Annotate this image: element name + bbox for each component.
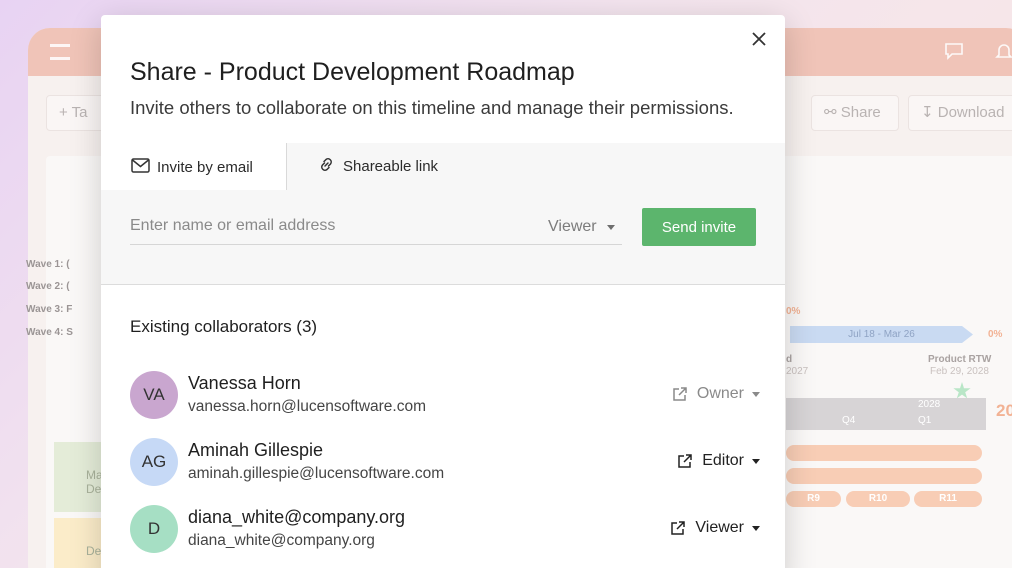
chevron-down-icon	[752, 458, 760, 464]
milestone-label: d	[786, 354, 793, 365]
collaborator-role-dropdown[interactable]: Owner	[671, 385, 760, 403]
quarter-header	[786, 398, 986, 430]
envelope-icon	[131, 157, 150, 177]
users-icon: ⚯	[824, 104, 841, 121]
wave-label: Wave 3: F	[26, 304, 73, 315]
avatar: AG	[130, 438, 178, 486]
avatar: VA	[130, 371, 178, 419]
timeline-bar	[786, 468, 982, 484]
role-value: Editor	[702, 452, 744, 469]
send-invite-button[interactable]: Send invite	[642, 208, 756, 246]
collaborator-name: Vanessa Horn	[188, 373, 301, 393]
wave-label: Wave 1: (	[26, 259, 70, 270]
add-task-label: Ta	[71, 104, 88, 121]
share-button[interactable]: ⚯ Share	[811, 95, 899, 131]
chevron-down-icon	[752, 391, 760, 397]
tab-invite-by-email[interactable]: Invite by email	[101, 143, 287, 191]
share-tabs: Invite by email Shareable link	[101, 143, 785, 191]
invite-role-dropdown[interactable]: Viewer	[548, 218, 615, 236]
timeline-bar-r10: R10	[846, 491, 910, 507]
download-button[interactable]: ↧ Download	[908, 95, 1012, 131]
role-value: Viewer	[695, 519, 744, 536]
add-task-button[interactable]: + Ta	[46, 95, 106, 131]
role-value: Owner	[696, 385, 744, 402]
collaborator-email: aminah.gillespie@lucensoftware.com	[188, 465, 445, 482]
share-label: Share	[840, 104, 881, 121]
app-logo-icon	[50, 44, 70, 60]
milestone-date: Feb 29, 2028	[930, 366, 989, 377]
dialog-subtitle: Invite others to collaborate on this tim…	[130, 97, 734, 118]
close-icon[interactable]	[749, 29, 769, 49]
tab-shareable-link[interactable]: Shareable link	[287, 143, 471, 190]
collaborator-role-dropdown[interactable]: Viewer	[669, 519, 760, 537]
external-link-icon	[676, 452, 694, 470]
year-big-label: 20	[996, 401, 1012, 420]
collaborator-name: diana_white@company.org	[188, 507, 406, 527]
timeline-range-arrow: Jul 18 - Mar 26	[790, 326, 973, 343]
chevron-down-icon	[606, 224, 615, 230]
tab-label: Shareable link	[343, 158, 439, 175]
comment-icon[interactable]	[944, 42, 964, 60]
milestone-label: Product RTW	[928, 354, 992, 365]
collaborator-role-dropdown[interactable]: Editor	[676, 452, 760, 470]
invite-panel: Viewer Send invite	[101, 190, 785, 285]
plus-icon: +	[59, 104, 72, 121]
milestone-date: 2027	[786, 366, 809, 377]
role-value: Viewer	[548, 218, 597, 235]
tabs-filler	[471, 143, 785, 190]
collaborator-email: vanessa.horn@lucensoftware.com	[188, 398, 427, 415]
download-icon: ↧	[921, 104, 938, 121]
link-icon	[317, 155, 336, 178]
collaborator-row: VA Vanessa Horn vanessa.horn@lucensoftwa…	[130, 371, 760, 421]
quarter-label: Q1	[918, 415, 932, 426]
wave-label: Wave 2: (	[26, 281, 70, 292]
tab-label: Invite by email	[157, 158, 253, 176]
collaborator-row: D diana_white@company.org diana_white@co…	[130, 505, 760, 555]
download-label: Download	[937, 104, 1005, 121]
progress-percent: 0%	[786, 306, 801, 317]
share-dialog: Share - Product Development Roadmap Invi…	[101, 15, 785, 568]
collaborators-heading: Existing collaborators (3)	[130, 317, 318, 336]
timeline-bar-r9: R9	[786, 491, 841, 507]
chevron-down-icon	[752, 525, 760, 531]
avatar: D	[130, 505, 178, 553]
quarter-label: Q4	[842, 415, 856, 426]
year-label: 2028	[918, 399, 941, 410]
collaborator-row: AG Aminah Gillespie aminah.gillespie@luc…	[130, 438, 760, 488]
progress-percent: 0%	[988, 329, 1003, 340]
dialog-title: Share - Product Development Roadmap	[130, 58, 575, 86]
collaborator-name: Aminah Gillespie	[188, 440, 324, 460]
timeline-bar	[786, 445, 982, 461]
notification-bell-icon[interactable]	[994, 42, 1012, 60]
timeline-bar-r11: R11	[914, 491, 982, 507]
collaborator-email: diana_white@company.org	[188, 532, 375, 549]
external-link-icon	[669, 519, 687, 537]
wave-label: Wave 4: S	[26, 327, 73, 338]
external-link-icon	[671, 385, 689, 403]
